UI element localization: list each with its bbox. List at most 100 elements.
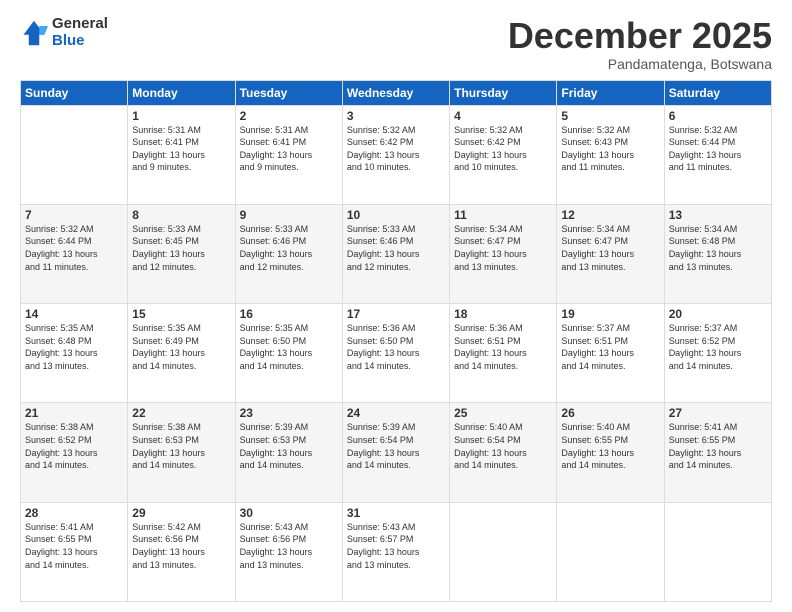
page: General Blue December 2025 Pandamatenga,… (0, 0, 792, 612)
day-info: Sunrise: 5:32 AMSunset: 6:43 PMDaylight:… (561, 124, 659, 174)
day-number: 15 (132, 307, 230, 321)
day-number: 18 (454, 307, 552, 321)
day-info: Sunrise: 5:36 AMSunset: 6:51 PMDaylight:… (454, 322, 552, 372)
day-number: 30 (240, 506, 338, 520)
table-row: 11Sunrise: 5:34 AMSunset: 6:47 PMDayligh… (450, 204, 557, 303)
day-info: Sunrise: 5:33 AMSunset: 6:46 PMDaylight:… (240, 223, 338, 273)
day-info: Sunrise: 5:31 AMSunset: 6:41 PMDaylight:… (132, 124, 230, 174)
day-info: Sunrise: 5:41 AMSunset: 6:55 PMDaylight:… (669, 421, 767, 471)
table-row: 20Sunrise: 5:37 AMSunset: 6:52 PMDayligh… (664, 304, 771, 403)
day-number: 16 (240, 307, 338, 321)
table-row: 12Sunrise: 5:34 AMSunset: 6:47 PMDayligh… (557, 204, 664, 303)
day-number: 19 (561, 307, 659, 321)
table-row: 14Sunrise: 5:35 AMSunset: 6:48 PMDayligh… (21, 304, 128, 403)
col-tuesday: Tuesday (235, 80, 342, 105)
day-info: Sunrise: 5:31 AMSunset: 6:41 PMDaylight:… (240, 124, 338, 174)
calendar-week-row: 28Sunrise: 5:41 AMSunset: 6:55 PMDayligh… (21, 502, 772, 601)
table-row (21, 105, 128, 204)
col-wednesday: Wednesday (342, 80, 449, 105)
day-info: Sunrise: 5:39 AMSunset: 6:53 PMDaylight:… (240, 421, 338, 471)
day-number: 8 (132, 208, 230, 222)
day-info: Sunrise: 5:40 AMSunset: 6:54 PMDaylight:… (454, 421, 552, 471)
table-row: 3Sunrise: 5:32 AMSunset: 6:42 PMDaylight… (342, 105, 449, 204)
day-info: Sunrise: 5:35 AMSunset: 6:48 PMDaylight:… (25, 322, 123, 372)
table-row: 5Sunrise: 5:32 AMSunset: 6:43 PMDaylight… (557, 105, 664, 204)
table-row: 9Sunrise: 5:33 AMSunset: 6:46 PMDaylight… (235, 204, 342, 303)
month-title: December 2025 (508, 16, 772, 56)
calendar-week-row: 1Sunrise: 5:31 AMSunset: 6:41 PMDaylight… (21, 105, 772, 204)
day-number: 14 (25, 307, 123, 321)
calendar-week-row: 21Sunrise: 5:38 AMSunset: 6:52 PMDayligh… (21, 403, 772, 502)
table-row: 10Sunrise: 5:33 AMSunset: 6:46 PMDayligh… (342, 204, 449, 303)
table-row: 30Sunrise: 5:43 AMSunset: 6:56 PMDayligh… (235, 502, 342, 601)
day-number: 24 (347, 406, 445, 420)
day-number: 20 (669, 307, 767, 321)
day-info: Sunrise: 5:43 AMSunset: 6:57 PMDaylight:… (347, 521, 445, 571)
table-row: 16Sunrise: 5:35 AMSunset: 6:50 PMDayligh… (235, 304, 342, 403)
day-number: 31 (347, 506, 445, 520)
table-row: 25Sunrise: 5:40 AMSunset: 6:54 PMDayligh… (450, 403, 557, 502)
day-info: Sunrise: 5:36 AMSunset: 6:50 PMDaylight:… (347, 322, 445, 372)
day-number: 5 (561, 109, 659, 123)
col-saturday: Saturday (664, 80, 771, 105)
table-row: 22Sunrise: 5:38 AMSunset: 6:53 PMDayligh… (128, 403, 235, 502)
header-right: December 2025 Pandamatenga, Botswana (508, 16, 772, 72)
day-info: Sunrise: 5:35 AMSunset: 6:50 PMDaylight:… (240, 322, 338, 372)
calendar-header-row: Sunday Monday Tuesday Wednesday Thursday… (21, 80, 772, 105)
table-row: 31Sunrise: 5:43 AMSunset: 6:57 PMDayligh… (342, 502, 449, 601)
table-row (557, 502, 664, 601)
day-number: 13 (669, 208, 767, 222)
table-row: 28Sunrise: 5:41 AMSunset: 6:55 PMDayligh… (21, 502, 128, 601)
day-info: Sunrise: 5:33 AMSunset: 6:45 PMDaylight:… (132, 223, 230, 273)
table-row: 27Sunrise: 5:41 AMSunset: 6:55 PMDayligh… (664, 403, 771, 502)
day-info: Sunrise: 5:41 AMSunset: 6:55 PMDaylight:… (25, 521, 123, 571)
day-info: Sunrise: 5:38 AMSunset: 6:53 PMDaylight:… (132, 421, 230, 471)
table-row: 17Sunrise: 5:36 AMSunset: 6:50 PMDayligh… (342, 304, 449, 403)
table-row: 1Sunrise: 5:31 AMSunset: 6:41 PMDaylight… (128, 105, 235, 204)
table-row: 26Sunrise: 5:40 AMSunset: 6:55 PMDayligh… (557, 403, 664, 502)
logo: General Blue (20, 16, 108, 49)
day-number: 29 (132, 506, 230, 520)
day-info: Sunrise: 5:32 AMSunset: 6:42 PMDaylight:… (347, 124, 445, 174)
day-number: 3 (347, 109, 445, 123)
day-info: Sunrise: 5:43 AMSunset: 6:56 PMDaylight:… (240, 521, 338, 571)
day-info: Sunrise: 5:32 AMSunset: 6:44 PMDaylight:… (25, 223, 123, 273)
table-row: 8Sunrise: 5:33 AMSunset: 6:45 PMDaylight… (128, 204, 235, 303)
day-info: Sunrise: 5:33 AMSunset: 6:46 PMDaylight:… (347, 223, 445, 273)
day-number: 28 (25, 506, 123, 520)
day-number: 26 (561, 406, 659, 420)
logo-general-label: General (52, 16, 108, 33)
logo-blue-label: Blue (52, 33, 108, 50)
day-number: 10 (347, 208, 445, 222)
calendar-table: Sunday Monday Tuesday Wednesday Thursday… (20, 80, 772, 602)
day-number: 23 (240, 406, 338, 420)
col-thursday: Thursday (450, 80, 557, 105)
day-info: Sunrise: 5:37 AMSunset: 6:51 PMDaylight:… (561, 322, 659, 372)
day-info: Sunrise: 5:34 AMSunset: 6:48 PMDaylight:… (669, 223, 767, 273)
day-info: Sunrise: 5:34 AMSunset: 6:47 PMDaylight:… (454, 223, 552, 273)
day-number: 4 (454, 109, 552, 123)
day-number: 27 (669, 406, 767, 420)
table-row (450, 502, 557, 601)
top-section: General Blue December 2025 Pandamatenga,… (20, 16, 772, 72)
logo-icon (20, 19, 48, 47)
location-subtitle: Pandamatenga, Botswana (508, 56, 772, 72)
table-row: 15Sunrise: 5:35 AMSunset: 6:49 PMDayligh… (128, 304, 235, 403)
table-row (664, 502, 771, 601)
day-info: Sunrise: 5:32 AMSunset: 6:42 PMDaylight:… (454, 124, 552, 174)
day-number: 9 (240, 208, 338, 222)
table-row: 24Sunrise: 5:39 AMSunset: 6:54 PMDayligh… (342, 403, 449, 502)
day-info: Sunrise: 5:34 AMSunset: 6:47 PMDaylight:… (561, 223, 659, 273)
logo-text: General Blue (52, 16, 108, 49)
table-row: 29Sunrise: 5:42 AMSunset: 6:56 PMDayligh… (128, 502, 235, 601)
day-info: Sunrise: 5:35 AMSunset: 6:49 PMDaylight:… (132, 322, 230, 372)
table-row: 19Sunrise: 5:37 AMSunset: 6:51 PMDayligh… (557, 304, 664, 403)
day-info: Sunrise: 5:37 AMSunset: 6:52 PMDaylight:… (669, 322, 767, 372)
day-info: Sunrise: 5:42 AMSunset: 6:56 PMDaylight:… (132, 521, 230, 571)
table-row: 6Sunrise: 5:32 AMSunset: 6:44 PMDaylight… (664, 105, 771, 204)
day-number: 11 (454, 208, 552, 222)
day-info: Sunrise: 5:39 AMSunset: 6:54 PMDaylight:… (347, 421, 445, 471)
table-row: 23Sunrise: 5:39 AMSunset: 6:53 PMDayligh… (235, 403, 342, 502)
col-friday: Friday (557, 80, 664, 105)
table-row: 13Sunrise: 5:34 AMSunset: 6:48 PMDayligh… (664, 204, 771, 303)
